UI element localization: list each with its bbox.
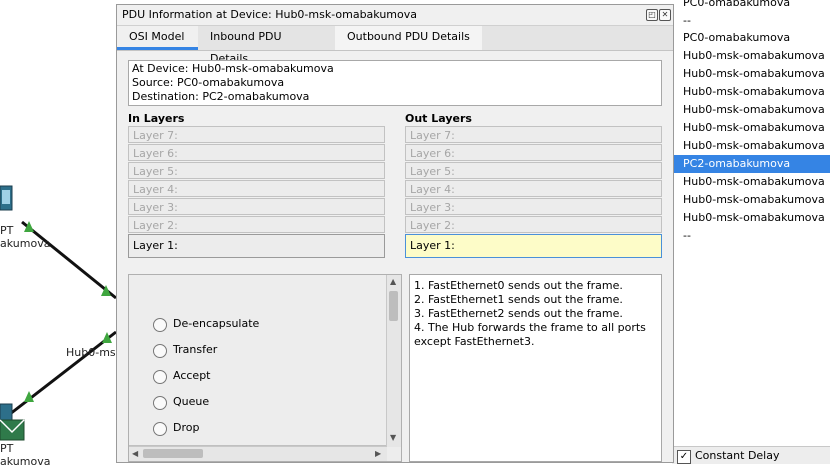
event-list-item[interactable]: Hub0-msk-omabakumova bbox=[672, 209, 830, 227]
topology-workspace[interactable]: PT akumova Hub0-msk PT akumova bbox=[0, 0, 122, 468]
event-list-item[interactable]: Hub0-msk-omabakumova bbox=[672, 83, 830, 101]
tab-osi-model[interactable]: OSI Model bbox=[117, 26, 198, 50]
scroll-down-icon[interactable]: ▼ bbox=[390, 433, 396, 442]
close-icon[interactable]: ✕ bbox=[659, 9, 671, 21]
scrollbar-thumb[interactable] bbox=[389, 291, 398, 321]
radio-label: Transfer bbox=[173, 343, 218, 356]
event-list-item-selected[interactable]: PC2-omabakumova bbox=[672, 155, 830, 173]
event-list-item[interactable]: Hub0-msk-omabakumova bbox=[672, 101, 830, 119]
dialog-titlebar[interactable]: PDU Information at Device: Hub0-msk-omab… bbox=[117, 5, 673, 26]
description-line: 3. FastEthernet2 sends out the frame. bbox=[414, 307, 623, 320]
event-list-item[interactable]: Hub0-msk-omabakumova bbox=[672, 47, 830, 65]
radio-button[interactable] bbox=[153, 422, 167, 436]
radio-label: Drop bbox=[173, 421, 200, 434]
out-layer-4[interactable]: Layer 4: bbox=[405, 180, 662, 197]
at-device-text: At Device: Hub0-msk-omabakumova bbox=[132, 62, 334, 75]
event-list-item[interactable]: Hub0-msk-omabakumova bbox=[672, 65, 830, 83]
description-line: 1. FastEthernet0 sends out the frame. bbox=[414, 279, 623, 292]
pc0-screen bbox=[2, 190, 10, 204]
event-list-item[interactable]: Hub0-msk-omabakumova bbox=[672, 191, 830, 209]
dialog-title: PDU Information at Device: Hub0-msk-omab… bbox=[122, 8, 417, 21]
pdu-information-dialog: PDU Information at Device: Hub0-msk-omab… bbox=[116, 4, 674, 463]
out-layers-heading: Out Layers bbox=[405, 112, 472, 125]
constant-delay-label: Constant Delay bbox=[695, 449, 780, 462]
topology-canvas bbox=[0, 185, 117, 441]
tab-outbound-pdu-details[interactable]: Outbound PDU Details bbox=[335, 26, 482, 50]
horizontal-scrollbar[interactable]: ◀ ▶ bbox=[129, 446, 387, 461]
radio-label: Accept bbox=[173, 369, 211, 382]
in-layer-6[interactable]: Layer 6: bbox=[128, 144, 385, 161]
scroll-left-icon[interactable]: ◀ bbox=[132, 449, 138, 458]
pc2-icon[interactable] bbox=[0, 403, 13, 421]
pc2-label-line2: akumova bbox=[0, 455, 51, 468]
link-pc0-hub bbox=[21, 220, 117, 300]
event-list-item[interactable]: Hub0-msk-omabakumova bbox=[672, 173, 830, 191]
in-layer-7[interactable]: Layer 7: bbox=[128, 126, 385, 143]
event-list-item[interactable]: Hub0-msk-omabakumova bbox=[672, 119, 830, 137]
out-layer-3[interactable]: Layer 3: bbox=[405, 198, 662, 215]
scroll-right-icon[interactable]: ▶ bbox=[375, 449, 381, 458]
destination-text: Destination: PC2-omabakumova bbox=[132, 90, 310, 103]
in-layer-3[interactable]: Layer 3: bbox=[128, 198, 385, 215]
source-text: Source: PC0-omabakumova bbox=[132, 76, 285, 89]
radio-label: Queue bbox=[173, 395, 210, 408]
radio-button[interactable] bbox=[153, 370, 167, 384]
device-info-box: At Device: Hub0-msk-omabakumova Source: … bbox=[128, 60, 662, 106]
constant-delay-checkbox[interactable]: ✓ bbox=[677, 450, 691, 464]
in-layers-heading: In Layers bbox=[128, 112, 185, 125]
event-list-footer: ✓ Constant Delay bbox=[672, 446, 830, 464]
restore-icon[interactable]: ◰ bbox=[646, 9, 658, 21]
description-line: 2. FastEthernet1 sends out the frame. bbox=[414, 293, 623, 306]
pc2-label-line1: PT bbox=[0, 442, 14, 455]
dialog-tab-bar: OSI Model Inbound PDU Details Outbound P… bbox=[117, 26, 673, 65]
scroll-up-icon[interactable]: ▲ bbox=[390, 277, 396, 286]
description-line: 4. The Hub forwards the frame to all por… bbox=[414, 321, 646, 348]
out-layer-6[interactable]: Layer 6: bbox=[405, 144, 662, 161]
in-layer-2[interactable]: Layer 2: bbox=[128, 216, 385, 233]
radio-label: De-encapsulate bbox=[173, 317, 260, 330]
pc0-label-line1: PT bbox=[0, 224, 14, 237]
radio-button[interactable] bbox=[153, 396, 167, 410]
in-layer-5[interactable]: Layer 5: bbox=[128, 162, 385, 179]
layer-description-panel: 1. FastEthernet0 sends out the frame. 2.… bbox=[409, 274, 662, 462]
event-list-item[interactable]: PC0-omabakumova bbox=[672, 0, 830, 12]
in-layer-1[interactable]: Layer 1: bbox=[128, 234, 385, 258]
event-list-item[interactable]: PC0-omabakumova bbox=[672, 29, 830, 47]
in-layer-4[interactable]: Layer 4: bbox=[128, 180, 385, 197]
action-options: De-encapsulate Transfer Accept Queue Dro… bbox=[129, 275, 388, 446]
radio-button[interactable] bbox=[153, 344, 167, 358]
hub-label: Hub0-msk bbox=[66, 346, 123, 359]
scrollbar-thumb[interactable] bbox=[143, 449, 203, 458]
radio-button[interactable] bbox=[153, 318, 167, 332]
out-layer-2[interactable]: Layer 2: bbox=[405, 216, 662, 233]
out-layer-7[interactable]: Layer 7: bbox=[405, 126, 662, 143]
event-list-item[interactable]: -- bbox=[672, 227, 830, 245]
event-list-item[interactable]: Hub0-msk-omabakumova bbox=[672, 137, 830, 155]
pc0-label-line2: akumova bbox=[0, 237, 51, 250]
event-list-panel: PC0-omabakumova -- PC0-omabakumova Hub0-… bbox=[672, 0, 830, 463]
out-layer-5[interactable]: Layer 5: bbox=[405, 162, 662, 179]
vertical-scrollbar[interactable]: ▲ ▼ bbox=[386, 275, 401, 447]
layer-action-panel: De-encapsulate Transfer Accept Queue Dro… bbox=[128, 274, 402, 462]
out-layer-1[interactable]: Layer 1: bbox=[405, 234, 662, 258]
event-list-item[interactable]: -- bbox=[672, 12, 830, 30]
tab-inbound-pdu-details[interactable]: Inbound PDU Details bbox=[198, 26, 329, 65]
